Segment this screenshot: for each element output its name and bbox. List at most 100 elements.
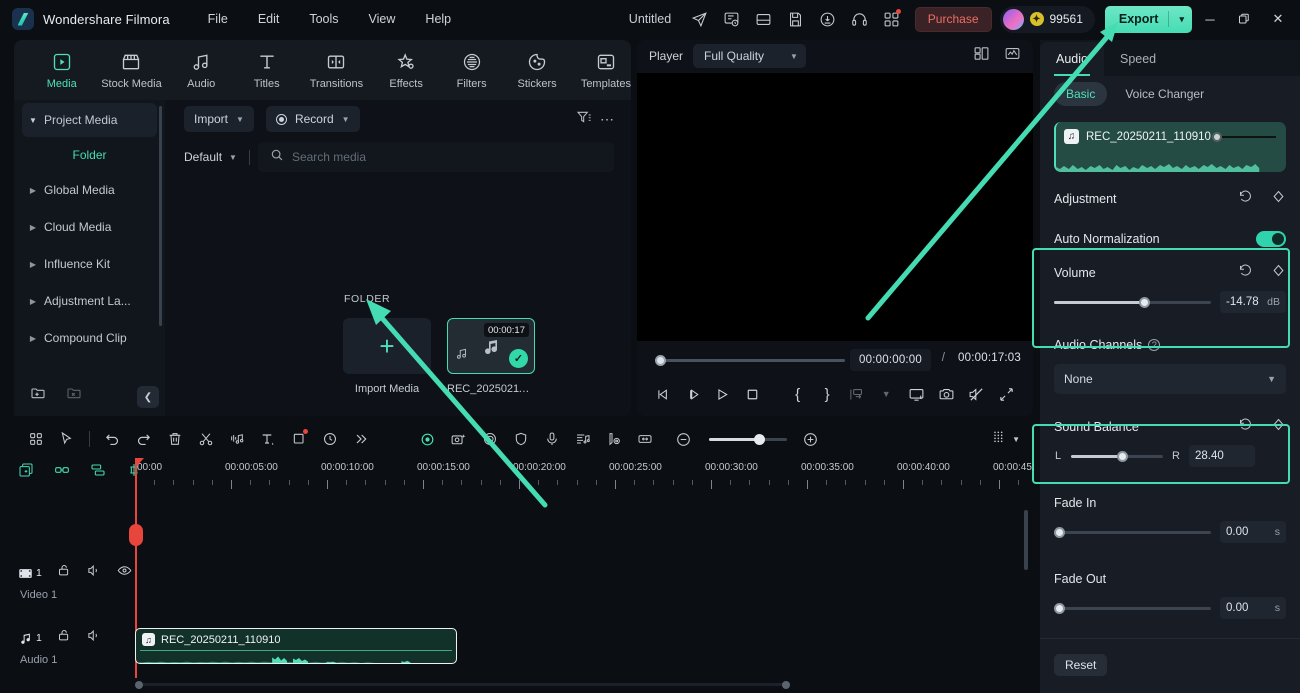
close-button[interactable]: ✕ (1262, 4, 1294, 34)
sidebar-item-influence-kit[interactable]: ▶ Influence Kit (22, 247, 157, 281)
marker-icon[interactable] (598, 425, 629, 453)
nav-titles[interactable]: Titles (245, 51, 288, 90)
layout-icon[interactable] (749, 4, 779, 34)
menu-file[interactable]: File (194, 8, 242, 30)
track-header-audio-1[interactable]: 1 Audio 1 (0, 628, 135, 678)
download-icon[interactable] (813, 4, 843, 34)
play-icon[interactable] (708, 380, 738, 408)
nav-transitions[interactable]: Transitions (310, 51, 363, 90)
sidebar-item-compound-clip[interactable]: ▶ Compound Clip (22, 321, 157, 355)
color-match-icon[interactable] (412, 425, 443, 453)
keyframe-diamond-icon[interactable] (1271, 189, 1286, 209)
nav-filters[interactable]: Filters (450, 51, 493, 90)
nav-media[interactable]: Media (40, 51, 83, 90)
playhead-grip[interactable] (129, 524, 143, 546)
sidebar-item-cloud-media[interactable]: ▶ Cloud Media (22, 210, 157, 244)
lock-icon[interactable] (57, 563, 72, 583)
group-clips-icon[interactable] (90, 462, 106, 483)
minimize-button[interactable]: ─ (1194, 4, 1226, 34)
zoom-out-icon[interactable] (668, 425, 699, 453)
audio-channels-select[interactable]: None ▼ (1054, 364, 1286, 394)
export-frame-icon[interactable] (842, 380, 872, 408)
eye-icon[interactable] (117, 563, 132, 583)
more-options-icon[interactable]: ⋯ (600, 111, 615, 128)
menu-view[interactable]: View (355, 8, 410, 30)
fit-width-icon[interactable] (629, 425, 660, 453)
nav-stickers[interactable]: Stickers (515, 51, 558, 90)
reset-button[interactable]: Reset (1054, 654, 1108, 676)
clip-progress-bar[interactable] (1211, 131, 1276, 142)
audio-mixer-icon[interactable] (567, 425, 598, 453)
sidebar-item-adjustment-layer[interactable]: ▶ Adjustment La... (22, 284, 157, 318)
link-clips-icon[interactable] (54, 462, 70, 483)
subtab-voice-changer[interactable]: Voice Changer (1113, 82, 1216, 106)
collapse-panel-icon[interactable]: ❮ (137, 386, 159, 408)
redo-icon[interactable] (128, 425, 159, 453)
fade-out-value-box[interactable]: 0.00 s (1220, 597, 1286, 619)
prev-frame-icon[interactable] (649, 380, 679, 408)
restore-button[interactable] (1228, 4, 1260, 34)
menu-edit[interactable]: Edit (244, 8, 294, 30)
audio-clip-card[interactable]: ♫ REC_20250211_110910 (1054, 122, 1286, 172)
delete-icon[interactable] (159, 425, 190, 453)
menu-tools[interactable]: Tools (295, 8, 352, 30)
voice-mic-icon[interactable] (536, 425, 567, 453)
save-icon[interactable] (781, 4, 811, 34)
speed-icon[interactable] (314, 425, 345, 453)
split-view-icon[interactable] (973, 45, 990, 67)
tab-speed[interactable]: Speed (1104, 42, 1172, 76)
tab-audio[interactable]: Audio (1040, 42, 1104, 76)
video-preview-screen[interactable] (637, 73, 1033, 341)
scrubber-knob[interactable] (655, 354, 666, 366)
timeline-ruler[interactable]: 00:00 00:00:05:00 00:00:10:00 00:00:15:0… (135, 458, 1034, 498)
export-button[interactable]: Export ▾ (1104, 5, 1192, 33)
import-media-box[interactable]: + (343, 318, 431, 374)
text-icon[interactable] (252, 425, 283, 453)
next-frame-icon[interactable] (679, 380, 709, 408)
track-manager-icon[interactable] (991, 429, 1007, 450)
playback-scrubber[interactable] (655, 353, 845, 367)
chevron-down-icon[interactable]: ▾ (1179, 14, 1184, 25)
audio-meter-icon[interactable] (1004, 45, 1021, 67)
new-folder-icon[interactable] (30, 385, 46, 401)
timeline-horizontal-scrollbar[interactable] (135, 681, 790, 689)
add-track-icon[interactable] (18, 462, 34, 483)
snapshot-icon[interactable] (931, 380, 961, 408)
current-timecode[interactable]: 00:00:00:00 (850, 349, 931, 371)
auto-normalization-toggle[interactable] (1256, 231, 1286, 247)
nav-templates[interactable]: Templates (581, 51, 631, 90)
mark-out-icon[interactable]: } (812, 380, 842, 408)
fade-in-slider[interactable] (1054, 525, 1211, 539)
nav-effects[interactable]: Effects (384, 51, 427, 90)
select-cursor-icon[interactable] (51, 425, 82, 453)
menu-help[interactable]: Help (411, 8, 465, 30)
send-icon[interactable] (685, 4, 715, 34)
undo-icon[interactable] (97, 425, 128, 453)
fade-in-value-box[interactable]: 0.00 s (1220, 521, 1286, 543)
search-box[interactable] (257, 142, 614, 172)
nav-stock-media[interactable]: Stock Media (101, 51, 162, 90)
filter-icon[interactable] (576, 109, 592, 130)
reset-icon[interactable] (1238, 189, 1253, 209)
purchase-button[interactable]: Purchase (914, 6, 992, 32)
chevron-down-icon[interactable]: ▼ (1012, 435, 1020, 444)
sort-selector[interactable]: Default ▼ (184, 150, 249, 164)
mute-icon[interactable] (87, 628, 102, 648)
task-list-icon[interactable] (717, 4, 747, 34)
track-header-video-1[interactable]: 1 Video 1 (0, 563, 135, 613)
sidebar-item-global-media[interactable]: ▶ Global Media (22, 173, 157, 207)
apps-grid-icon[interactable] (877, 4, 907, 34)
timeline-audio-clip[interactable]: ♫ REC_20250211_110910 (135, 628, 457, 664)
record-button[interactable]: Record ▼ (265, 106, 360, 132)
import-button[interactable]: Import ▼ (184, 106, 254, 132)
sidebar-item-project-media[interactable]: ▼ Project Media (22, 103, 157, 137)
import-media-tile[interactable]: + Import Media (343, 318, 431, 395)
fade-out-slider[interactable] (1054, 601, 1211, 615)
timeline-zoom-slider[interactable] (709, 433, 787, 445)
subtab-basic[interactable]: Basic (1054, 82, 1108, 106)
delete-folder-icon[interactable] (66, 385, 82, 401)
credits-badge[interactable]: ✦ 99561 (999, 5, 1095, 33)
timeline-vertical-scrollbar[interactable] (1024, 510, 1028, 570)
more-chevrons-icon[interactable] (345, 425, 376, 453)
grid-view-icon[interactable] (20, 425, 51, 453)
